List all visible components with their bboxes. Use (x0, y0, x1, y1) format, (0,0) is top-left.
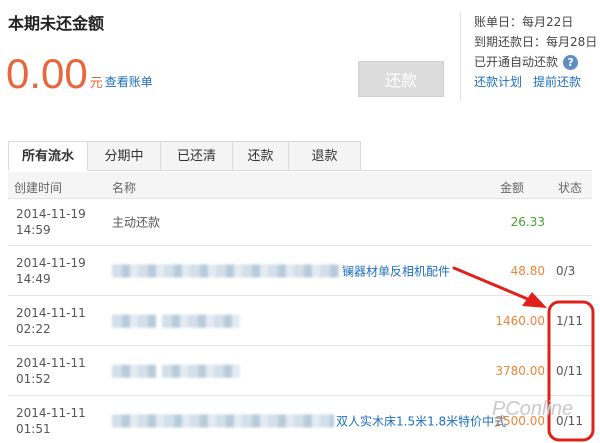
unpaid-amount: 0.00 (6, 50, 88, 97)
row-name[interactable] (112, 363, 242, 378)
table-header: 创建时间 名称 金额 状态 (8, 172, 592, 199)
tab-filler (361, 141, 592, 170)
due-day: 到期还款日：每月28日 (474, 35, 598, 49)
bill-summary: 本期未还金额 0.00 元 查看账单 还款 账单日：每月22日 到期还款日：每月… (0, 0, 600, 112)
tab-installment[interactable]: 分期中 (88, 141, 161, 171)
row-amount: 48.80 (510, 263, 545, 278)
amount-row: 0.00 元 查看账单 (6, 52, 153, 96)
redacted-text (112, 314, 156, 328)
header-amount: 金额 (500, 181, 525, 195)
row-time: 14:59 (16, 223, 51, 237)
summary-title: 本期未还金额 (8, 14, 105, 33)
row-name: 主动还款 (112, 215, 161, 230)
row-date: 2014-11-11 (16, 305, 86, 320)
row-amount: 1460.00 (495, 313, 545, 328)
row-name[interactable]: 双人实木床1.5米1.8米特价中式 (112, 412, 506, 429)
repay-button[interactable]: 还款 (358, 61, 444, 97)
header-name: 名称 (112, 181, 137, 195)
tab-refund[interactable]: 退款 (289, 141, 361, 171)
row-time: 01:51 (16, 421, 51, 436)
redacted-text (161, 364, 240, 378)
amount-unit: 元 (89, 76, 103, 91)
redacted-text (112, 364, 156, 378)
row-time: 14:49 (16, 271, 51, 286)
row-date: 2014-11-11 (16, 405, 86, 420)
header-status: 状态 (558, 181, 583, 195)
row-name[interactable]: 镧器材单反相机配件 (112, 262, 450, 279)
redacted-text (112, 414, 334, 427)
row-status: 1/11 (556, 313, 583, 328)
row-name-link[interactable]: 镧器材单反相机配件 (342, 264, 450, 278)
view-bill-link[interactable]: 查看账单 (105, 73, 153, 90)
auto-repay-status: 已开通自动还款 ? (474, 52, 597, 72)
table-row[interactable]: 2014-11-11 01:52 3780.00 0/11 (8, 346, 592, 396)
row-datetime: 2014-11-11 01:51 (16, 405, 86, 437)
row-datetime: 2014-11-19 14:59 (16, 206, 86, 238)
repay-plan-link[interactable]: 还款计划 (474, 72, 522, 92)
row-status: 0/11 (556, 363, 583, 378)
row-name-link[interactable]: 双人实木床1.5米1.8米特价中式 (336, 414, 506, 428)
watermark: PConline (492, 398, 574, 420)
header-created: 创建时间 (14, 181, 63, 195)
table-row[interactable]: 2014-11-19 14:49 镧器材单反相机配件 48.80 0/3 (8, 246, 592, 296)
tab-all-transactions[interactable]: 所有流水 (8, 141, 88, 171)
row-status: 0/3 (556, 263, 576, 278)
table-row[interactable]: 2014-11-11 02:22 1460.00 1/11 (8, 296, 592, 346)
redacted-text (161, 314, 240, 328)
row-time: 02:22 (16, 321, 51, 336)
help-icon[interactable]: ? (563, 54, 579, 70)
row-amount: 26.33 (510, 215, 545, 229)
row-datetime: 2014-11-19 14:49 (16, 255, 86, 287)
bill-day: 账单日：每月22日 (474, 15, 574, 29)
row-name[interactable] (112, 313, 242, 328)
bill-info-panel: 账单日：每月22日 到期还款日：每月28日 已开通自动还款 ? 还款计划 提前还… (460, 12, 597, 102)
row-datetime: 2014-11-11 02:22 (16, 305, 86, 337)
row-date: 2014-11-11 (16, 355, 86, 370)
row-time: 01:52 (16, 371, 51, 386)
row-datetime: 2014-11-11 01:52 (16, 355, 86, 387)
row-date: 2014-11-19 (16, 255, 86, 270)
early-repay-link[interactable]: 提前还款 (533, 72, 581, 92)
row-amount: 3780.00 (495, 363, 545, 378)
table-row[interactable]: 2014-11-19 14:59 主动还款 26.33 (8, 199, 592, 246)
redacted-text (112, 264, 340, 277)
row-date: 2014-11-19 (16, 207, 86, 221)
tab-repayment[interactable]: 还款 (233, 141, 289, 171)
tab-paid-off[interactable]: 已还清 (161, 141, 233, 171)
auto-repay-label: 已开通自动还款 (474, 55, 559, 69)
transaction-tabs: 所有流水 分期中 已还清 还款 退款 (8, 141, 592, 171)
repay-links: 还款计划 提前还款 (474, 72, 597, 92)
